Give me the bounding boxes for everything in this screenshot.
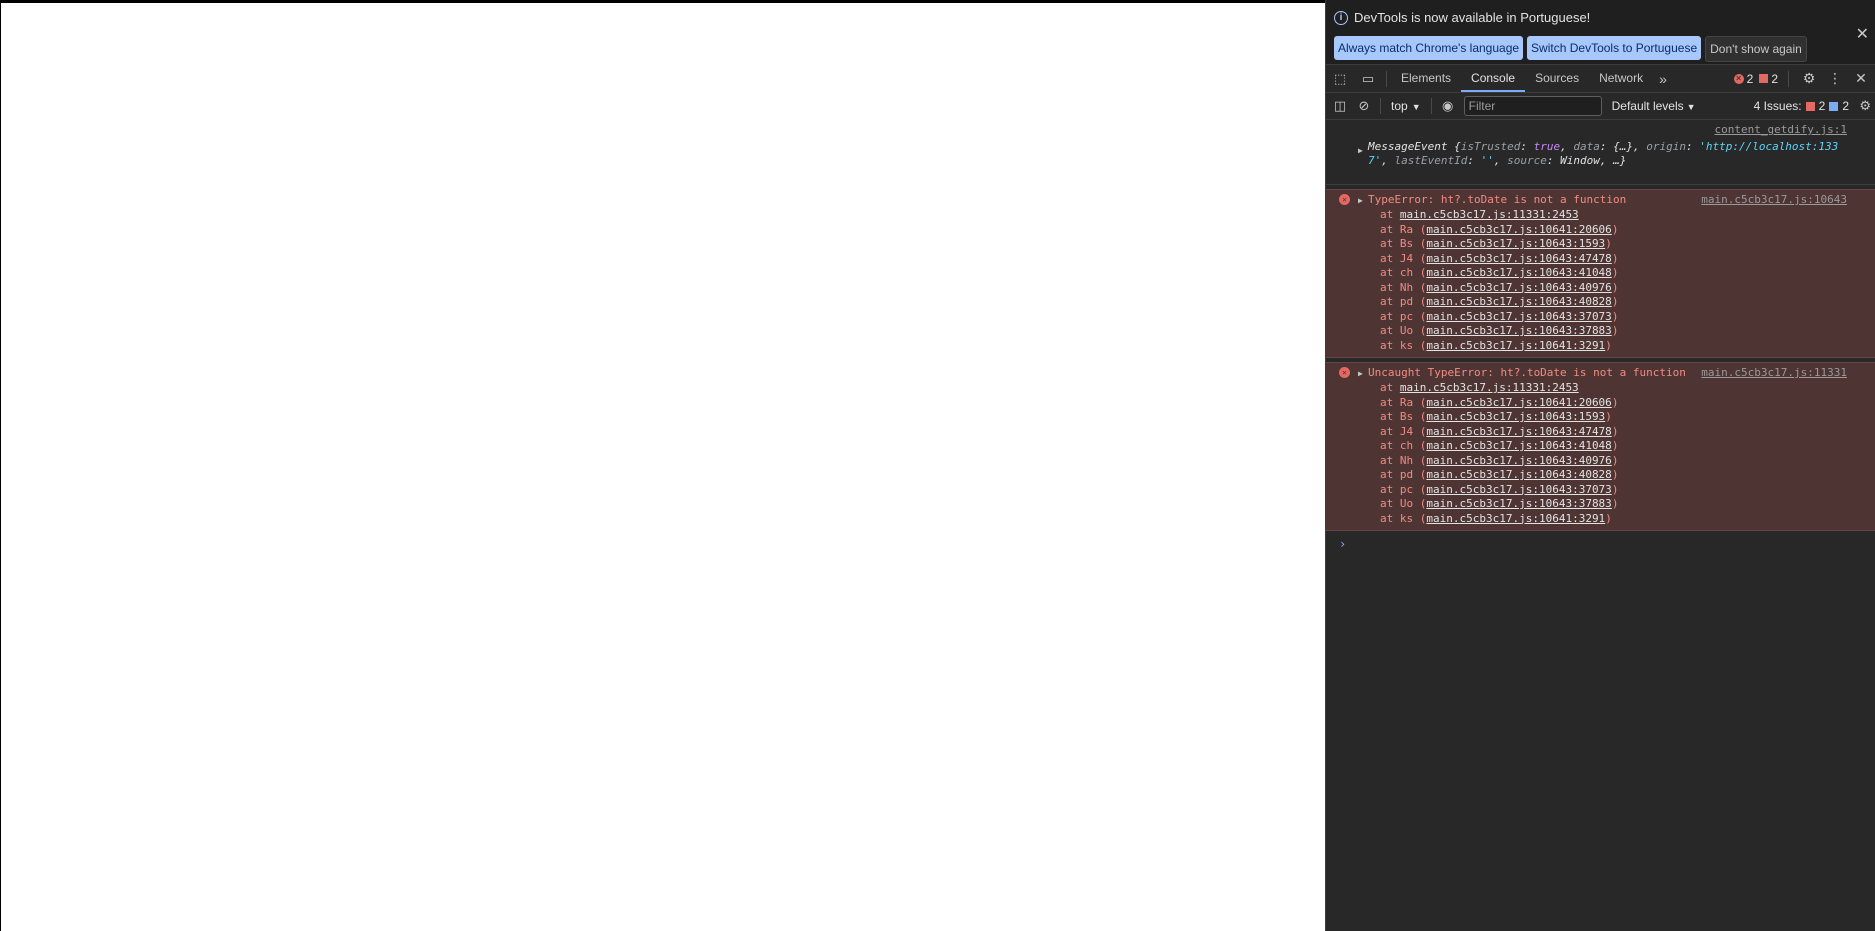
console-prompt[interactable]: › (1326, 531, 1875, 557)
stack-frame-link[interactable]: main.c5cb3c17.js:10643:40976 (1426, 454, 1611, 467)
expand-arrow-icon[interactable]: ▶ (1358, 196, 1363, 205)
stack-frame: at pc (main.c5cb3c17.js:10643:37073) (1380, 482, 1619, 496)
device-toolbar-icon[interactable]: ▭ (1354, 65, 1382, 92)
inspect-element-icon[interactable]: ⬚ (1326, 65, 1354, 92)
error-count[interactable]: ✕ 2 (1733, 72, 1753, 86)
close-icon[interactable]: ✕ (1856, 24, 1869, 44)
stack-frame: at Ra (main.c5cb3c17.js:10641:20606) (1380, 222, 1619, 236)
source-link[interactable]: content_getdify.js:1 (1715, 123, 1847, 136)
stack-frame-link[interactable]: main.c5cb3c17.js:11331:2453 (1400, 208, 1579, 221)
tab-elements[interactable]: Elements (1391, 65, 1461, 92)
devtools-panel: i DevTools is now available in Portugues… (1325, 0, 1875, 931)
stack-frame: at Bs (main.c5cb3c17.js:10643:1593) (1380, 410, 1612, 423)
stack-frame: at main.c5cb3c17.js:11331:2453 (1380, 381, 1579, 394)
dont-show-again-button[interactable]: Don't show again (1705, 36, 1807, 62)
stack-frame: at J4 (main.c5cb3c17.js:10643:47478) (1380, 424, 1619, 438)
filter-input[interactable] (1463, 96, 1602, 116)
language-infobar: i DevTools is now available in Portugues… (1326, 0, 1875, 65)
source-link[interactable]: main.c5cb3c17.js:10643 (1701, 193, 1847, 206)
stack-frame-link[interactable]: main.c5cb3c17.js:11331:2453 (1400, 381, 1579, 394)
page-viewport[interactable] (0, 0, 1325, 931)
issue-info-icon (1829, 101, 1839, 111)
stack-frame-link[interactable]: main.c5cb3c17.js:10643:40976 (1426, 281, 1611, 294)
match-chrome-language-button[interactable]: Always match Chrome's language (1334, 36, 1524, 60)
stack-frame-link[interactable]: main.c5cb3c17.js:10643:37883 (1426, 324, 1611, 337)
stack-frame-link[interactable]: main.c5cb3c17.js:10643:41048 (1426, 439, 1611, 452)
console-settings-icon[interactable]: ⚙ (1859, 98, 1871, 114)
console-log-message[interactable]: content_getdify.js:1 ▶ MessageEvent {isT… (1326, 120, 1875, 185)
tab-network[interactable]: Network (1589, 65, 1653, 92)
stack-frame: at ch (main.c5cb3c17.js:10643:41048) (1380, 266, 1619, 279)
console-error-message[interactable]: ✕ ▶ main.c5cb3c17.js:10643 TypeError: ht… (1326, 189, 1875, 358)
context-selector[interactable]: top ▼ (1385, 99, 1427, 113)
error-icon: ✕ (1733, 73, 1744, 84)
stack-frame-link[interactable]: main.c5cb3c17.js:10643:41048 (1426, 266, 1611, 279)
issue-flag-icon (1759, 74, 1769, 83)
stack-frame: at pd (main.c5cb3c17.js:10643:40828) (1380, 295, 1619, 308)
stack-frame: at ks (main.c5cb3c17.js:10641:3291) (1380, 338, 1612, 352)
stack-frame: at Bs (main.c5cb3c17.js:10643:1593) (1380, 237, 1612, 250)
gear-icon[interactable]: ⚙ (1799, 70, 1819, 87)
info-icon: i (1334, 10, 1348, 25)
console-messages: content_getdify.js:1 ▶ MessageEvent {isT… (1326, 120, 1875, 557)
stack-frame: at Ra (main.c5cb3c17.js:10641:20606) (1380, 395, 1619, 409)
clear-console-icon[interactable]: ⊘ (1352, 98, 1376, 114)
expand-arrow-icon[interactable]: ▶ (1358, 146, 1363, 155)
stack-frame: at Nh (main.c5cb3c17.js:10643:40976) (1380, 280, 1619, 294)
stack-frame-link[interactable]: main.c5cb3c17.js:10643:37073 (1426, 310, 1611, 323)
source-link[interactable]: main.c5cb3c17.js:11331 (1701, 366, 1847, 379)
stack-frame: at Uo (main.c5cb3c17.js:10643:37883) (1380, 324, 1619, 337)
sidebar-toggle-icon[interactable]: ◫ (1328, 98, 1352, 114)
stack-frame-link[interactable]: main.c5cb3c17.js:10641:20606 (1426, 396, 1611, 409)
tab-sources[interactable]: Sources (1525, 65, 1589, 92)
eye-icon[interactable]: ◉ (1436, 98, 1460, 114)
console-toolbar: ◫ ⊘ top▼ ◉ Default levels▼ 4 Issues: 2 2… (1326, 93, 1875, 120)
stack-frame-link[interactable]: main.c5cb3c17.js:10643:40828 (1426, 295, 1611, 308)
stack-frame-link[interactable]: main.c5cb3c17.js:10643:1593 (1426, 237, 1605, 250)
error-icon: ✕ (1339, 367, 1350, 378)
infobar-message: DevTools is now available in Portuguese! (1354, 10, 1591, 25)
stack-frame: at main.c5cb3c17.js:11331:2453 (1380, 208, 1579, 221)
stack-trace: at main.c5cb3c17.js:11331:2453 at Ra (mai… (1368, 381, 1851, 526)
stack-frame-link[interactable]: main.c5cb3c17.js:10641:3291 (1426, 339, 1605, 352)
warning-count[interactable]: 2 (1759, 72, 1778, 86)
stack-frame-link[interactable]: main.c5cb3c17.js:10643:37883 (1426, 497, 1611, 510)
main-tabbar: ⬚ ▭ Elements Console Sources Network » ✕… (1326, 65, 1875, 93)
issue-error-icon (1805, 101, 1815, 111)
close-devtools-icon[interactable]: ✕ (1851, 70, 1871, 87)
stack-frame: at Nh (main.c5cb3c17.js:10643:40976) (1380, 453, 1619, 467)
stack-frame-link[interactable]: main.c5cb3c17.js:10643:47478 (1426, 425, 1611, 438)
stack-frame-link[interactable]: main.c5cb3c17.js:10643:37073 (1426, 483, 1611, 496)
stack-frame: at ks (main.c5cb3c17.js:10641:3291) (1380, 511, 1612, 525)
stack-frame-link[interactable]: main.c5cb3c17.js:10643:1593 (1426, 410, 1605, 423)
stack-frame: at ch (main.c5cb3c17.js:10643:41048) (1380, 439, 1619, 452)
console-error-message[interactable]: ✕ ▶ main.c5cb3c17.js:11331 Uncaught Type… (1326, 362, 1875, 531)
stack-frame-link[interactable]: main.c5cb3c17.js:10641:20606 (1426, 223, 1611, 236)
switch-to-portuguese-button[interactable]: Switch DevTools to Portuguese (1527, 36, 1702, 60)
stack-frame-link[interactable]: main.c5cb3c17.js:10643:40828 (1426, 468, 1611, 481)
log-levels-dropdown[interactable]: Default levels ▼ (1612, 99, 1696, 113)
more-tabs-icon[interactable]: » (1653, 71, 1673, 87)
more-options-icon[interactable]: ⋮ (1825, 70, 1845, 87)
stack-frame: at pd (main.c5cb3c17.js:10643:40828) (1380, 468, 1619, 481)
stack-frame-link[interactable]: main.c5cb3c17.js:10643:47478 (1426, 252, 1611, 265)
error-icon: ✕ (1339, 194, 1350, 205)
stack-trace: at main.c5cb3c17.js:11331:2453 at Ra (mai… (1368, 208, 1851, 353)
tab-console[interactable]: Console (1461, 65, 1526, 92)
stack-frame: at pc (main.c5cb3c17.js:10643:37073) (1380, 309, 1619, 323)
issues-counter[interactable]: 4 Issues: 2 2 (1754, 93, 1849, 119)
stack-frame-link[interactable]: main.c5cb3c17.js:10641:3291 (1426, 512, 1605, 525)
stack-frame: at J4 (main.c5cb3c17.js:10643:47478) (1380, 251, 1619, 265)
expand-arrow-icon[interactable]: ▶ (1358, 369, 1363, 378)
stack-frame: at Uo (main.c5cb3c17.js:10643:37883) (1380, 497, 1619, 510)
